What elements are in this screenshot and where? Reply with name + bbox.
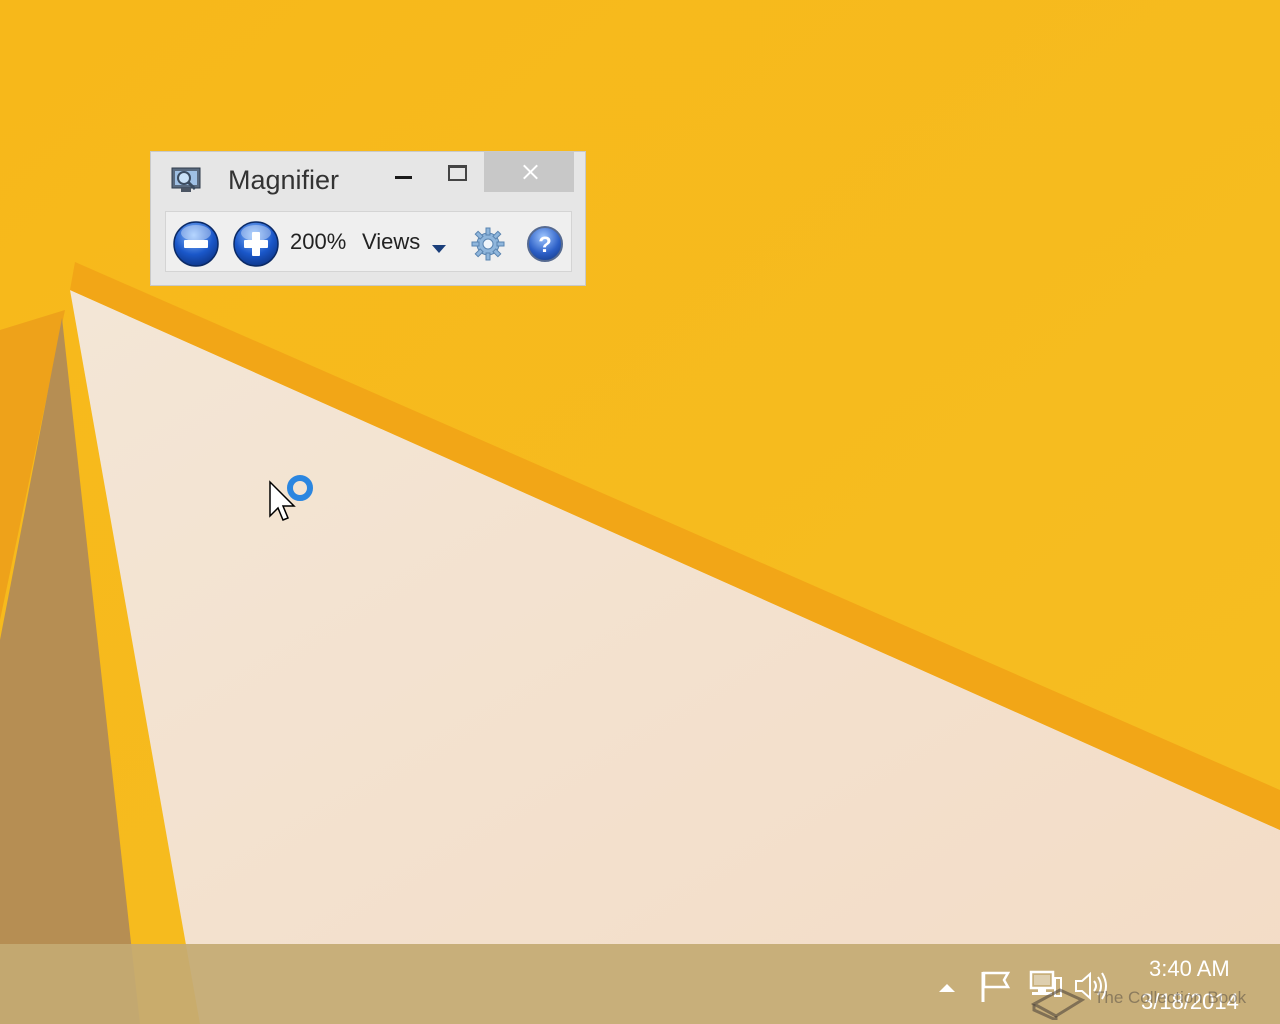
gear-icon[interactable] xyxy=(470,226,506,262)
magnifier-window[interactable]: Magnifier 200% Views ? xyxy=(150,151,586,286)
zoom-level-value: 200% xyxy=(290,229,347,254)
zoom-in-icon xyxy=(233,221,279,267)
close-button[interactable] xyxy=(484,152,574,192)
minimize-button[interactable] xyxy=(383,152,427,192)
title-bar[interactable]: Magnifier xyxy=(151,152,585,208)
clock-time[interactable]: 3:40 AM xyxy=(1149,956,1230,982)
taskbar: 3:40 AM 3/18/2014 The Collection Book xyxy=(0,944,1280,1024)
chevron-down-icon[interactable] xyxy=(432,239,446,253)
views-menu-button[interactable]: Views xyxy=(362,229,420,255)
magnifier-app-icon xyxy=(171,166,203,194)
svg-text:?: ? xyxy=(538,232,551,257)
magnifier-toolbar: 200% Views ? xyxy=(165,211,572,272)
busy-spinner-icon xyxy=(284,472,316,504)
window-title: Magnifier xyxy=(228,165,340,195)
help-icon[interactable]: ? xyxy=(526,225,564,263)
zoom-in-button[interactable] xyxy=(232,220,280,268)
maximize-button[interactable] xyxy=(437,152,481,192)
watermark-text: The Collection Book xyxy=(1094,988,1247,1007)
zoom-out-icon xyxy=(173,221,219,267)
action-center-flag-icon[interactable] xyxy=(978,968,1014,1004)
show-hidden-icons-arrow[interactable] xyxy=(936,980,958,994)
watermark-book-logo xyxy=(1030,974,1088,1023)
zoom-out-button[interactable] xyxy=(172,220,220,268)
